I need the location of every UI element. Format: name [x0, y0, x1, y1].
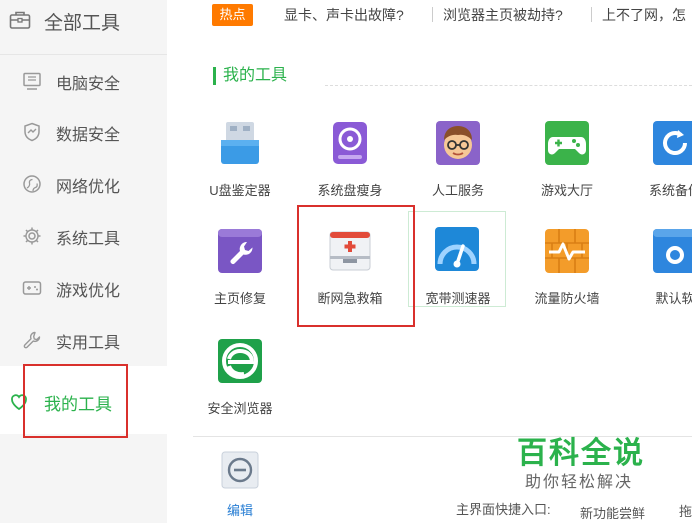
- tool-label: 流量防火墙: [534, 291, 600, 306]
- tool-label: 游戏大厅: [540, 183, 593, 198]
- hot-badge: 热点: [212, 4, 253, 26]
- tool-manual-service[interactable]: 人工服务: [408, 114, 508, 210]
- tool-label: U盘鉴定器: [209, 183, 271, 198]
- shortcut-entry-label: 主界面快捷入口:: [456, 502, 551, 517]
- sidebar-item-label: 网络优化: [56, 179, 121, 196]
- sidebar-item-label: 我的工具: [44, 395, 112, 414]
- shield-icon: [24, 122, 40, 142]
- edit-button[interactable]: 编辑: [218, 451, 262, 518]
- hot-link[interactable]: 显卡、声卡出故障?: [284, 5, 404, 25]
- sidebar-item-label: 电脑安全: [56, 76, 121, 93]
- tool-system-disk-slim[interactable]: 系统盘瘦身: [300, 114, 400, 210]
- divider: [432, 7, 433, 22]
- default-software-icon: [653, 229, 692, 273]
- sidebar-item-label: 实用工具: [56, 335, 121, 352]
- tool-label: 系统备份: [648, 183, 692, 198]
- sidebar-item-label: 游戏优化: [56, 283, 121, 300]
- sidebar: 全部工具 电脑安全 数据安全 网络优化 系统工具 游戏优化 实用工具 我的工具: [0, 0, 167, 523]
- tool-label: 断网急救箱: [317, 291, 383, 306]
- sidebar-header-label: 全部工具: [44, 13, 121, 34]
- tool-game-hall[interactable]: 游戏大厅: [517, 114, 617, 210]
- tool-label: 主页修复: [213, 291, 266, 306]
- section-divider: [325, 85, 692, 86]
- first-aid-kit-icon: [329, 231, 371, 271]
- sidebar-item-data-security[interactable]: 数据安全: [0, 107, 167, 157]
- tool-label: 系统盘瘦身: [317, 183, 383, 198]
- gamepad-icon: [22, 281, 42, 295]
- tool-default-software[interactable]: 默认软: [625, 222, 692, 318]
- speed-test-icon: [435, 227, 479, 271]
- disk-icon: [333, 122, 367, 164]
- divider: [591, 7, 592, 22]
- sidebar-item-game-optimize[interactable]: 游戏优化: [0, 263, 167, 313]
- minus-circle-icon: [221, 451, 259, 489]
- drag-hint-label: 拖: [679, 504, 692, 519]
- tool-label: 宽带测速器: [425, 291, 491, 306]
- monitor-icon: [23, 72, 41, 90]
- tool-traffic-firewall[interactable]: 流量防火墙: [517, 222, 617, 318]
- edit-label: 编辑: [226, 503, 253, 518]
- new-feature-link[interactable]: 新功能尝鲜: [580, 503, 645, 522]
- watermark-subtitle: 助你轻松解决: [525, 474, 634, 491]
- tool-system-backup[interactable]: 系统备份: [625, 114, 692, 210]
- sidebar-item-label: 数据安全: [56, 127, 121, 144]
- sidebar-item-label: 系统工具: [56, 231, 121, 248]
- sidebar-item-my-tools[interactable]: 我的工具: [0, 366, 167, 434]
- homepage-repair-icon: [218, 229, 262, 273]
- heart-icon: [11, 394, 27, 411]
- wrench-icon: [23, 331, 41, 349]
- game-hall-icon: [545, 121, 589, 165]
- tool-homepage-repair[interactable]: 主页修复: [190, 222, 290, 318]
- watermark-title: 百科全说: [517, 437, 645, 470]
- backup-icon: [653, 121, 692, 165]
- tool-usb-checker[interactable]: U盘鉴定器: [190, 114, 290, 210]
- firewall-icon: [545, 229, 589, 273]
- gear-icon: [23, 227, 41, 245]
- secure-browser-icon: [218, 339, 262, 383]
- hot-topics-bar: 热点 显卡、声卡出故障? 浏览器主页被劫持? 上不了网，怎: [167, 0, 692, 32]
- sidebar-item-computer-security[interactable]: 电脑安全: [0, 56, 167, 106]
- sidebar-item-utilities[interactable]: 实用工具: [0, 315, 167, 365]
- toolbox-icon: [9, 11, 31, 29]
- section-title: 我的工具: [213, 67, 287, 85]
- tool-label: 默认软: [655, 291, 692, 306]
- usb-icon: [221, 122, 259, 164]
- tool-label: 人工服务: [431, 183, 484, 198]
- sidebar-header-all-tools[interactable]: 全部工具: [0, 0, 167, 55]
- sidebar-item-system-tools[interactable]: 系统工具: [0, 211, 167, 261]
- tool-broadband-speed-test[interactable]: 宽带测速器: [408, 211, 506, 307]
- tool-secure-browser[interactable]: 安全浏览器: [190, 332, 290, 428]
- tool-network-first-aid[interactable]: 断网急救箱: [300, 222, 400, 318]
- network-icon: [23, 175, 41, 193]
- support-agent-icon: [436, 121, 480, 165]
- sidebar-item-network-optimize[interactable]: 网络优化: [0, 159, 167, 209]
- hot-link[interactable]: 浏览器主页被劫持?: [443, 5, 563, 25]
- tool-label: 安全浏览器: [207, 401, 273, 416]
- hot-link[interactable]: 上不了网，怎: [602, 5, 686, 25]
